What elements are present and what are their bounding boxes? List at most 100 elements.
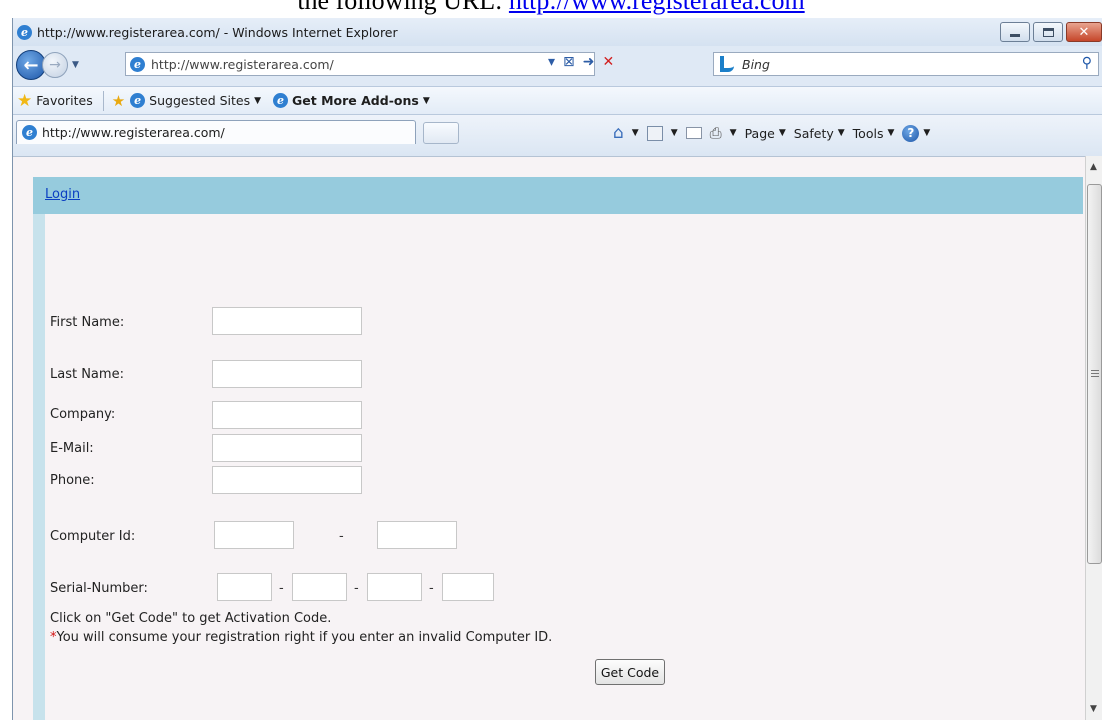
browser-window: e http://www.registerarea.com/ - Windows… bbox=[12, 18, 1102, 720]
tab-label: http://www.registerarea.com/ bbox=[42, 125, 225, 140]
company-label: Company: bbox=[50, 407, 116, 422]
login-link[interactable]: Login bbox=[45, 187, 80, 202]
email-label: E-Mail: bbox=[50, 441, 94, 456]
chevron-down-icon: ▼ bbox=[837, 128, 845, 138]
chevron-down-icon: ▼ bbox=[422, 95, 430, 106]
phone-label: Phone: bbox=[50, 473, 95, 488]
maximize-button[interactable] bbox=[1033, 22, 1063, 42]
window-controls: ✕ bbox=[1000, 22, 1102, 42]
chevron-down-icon: ▼ bbox=[923, 128, 931, 138]
title-bar: e http://www.registerarea.com/ - Windows… bbox=[13, 18, 1102, 46]
last-name-field[interactable] bbox=[212, 360, 362, 388]
computer-id-field-1[interactable] bbox=[214, 521, 294, 549]
serial-dash-3: - bbox=[429, 581, 434, 596]
last-name-label: Last Name: bbox=[50, 367, 124, 382]
left-accent-strip bbox=[33, 197, 45, 720]
serial-number-field-3[interactable] bbox=[367, 573, 422, 601]
ie-page-icon: e bbox=[130, 93, 146, 108]
print-icon[interactable]: ⎙ bbox=[710, 124, 722, 142]
scroll-thumb[interactable] bbox=[1087, 184, 1102, 564]
suggested-sites-button[interactable]: e Suggested Sites ▼ bbox=[130, 93, 261, 108]
help-icon: ? bbox=[902, 124, 920, 142]
ie-page-icon: e bbox=[273, 93, 289, 108]
maximize-icon bbox=[1042, 27, 1054, 37]
computer-id-label: Computer Id: bbox=[50, 529, 136, 544]
mail-icon[interactable] bbox=[685, 127, 702, 139]
compatibility-view-icon[interactable]: ⊠ bbox=[563, 54, 575, 70]
minimize-icon bbox=[1010, 33, 1020, 37]
refresh-icon[interactable]: ➜ bbox=[583, 54, 595, 70]
scroll-up-icon[interactable]: ▲ bbox=[1090, 162, 1097, 172]
chevron-down-icon[interactable]: ▼ bbox=[671, 128, 678, 138]
invalid-id-warning: *You will consume your registration righ… bbox=[50, 630, 552, 645]
new-tab-button[interactable] bbox=[423, 122, 459, 144]
recent-pages-dropdown[interactable]: ▼ bbox=[72, 60, 79, 70]
page-icon: e bbox=[130, 56, 145, 72]
document-caption: the following URL: http://www.registerar… bbox=[0, 0, 1102, 18]
tab-registerarea[interactable]: e http://www.registerarea.com/ bbox=[16, 120, 416, 144]
caption-link[interactable]: http://www.registerarea.com bbox=[509, 0, 805, 15]
warning-text: You will consume your registration right… bbox=[56, 630, 553, 645]
help-menu[interactable]: ? ▼ bbox=[902, 124, 931, 142]
ie-logo-icon: e bbox=[17, 24, 32, 40]
minimize-button[interactable] bbox=[1000, 22, 1030, 42]
address-bar[interactable]: e http://www.registerarea.com/ bbox=[125, 52, 595, 76]
search-placeholder: Bing bbox=[742, 56, 770, 72]
address-dropdown-icon[interactable]: ▾ bbox=[548, 54, 555, 70]
login-header: Login bbox=[33, 177, 1083, 214]
phone-field[interactable] bbox=[212, 466, 362, 494]
get-code-button[interactable]: Get Code bbox=[595, 659, 665, 685]
get-addons-button[interactable]: e Get More Add-ons ▼ bbox=[273, 93, 430, 108]
favorites-bar: ★ Favorites ★ e Suggested Sites ▼ e Get … bbox=[13, 86, 1102, 114]
page-menu-label: Page bbox=[744, 125, 775, 141]
computer-id-field-2[interactable] bbox=[377, 521, 457, 549]
search-icon[interactable]: ⚲ bbox=[1082, 55, 1092, 71]
favorites-button[interactable]: Favorites bbox=[36, 93, 92, 108]
address-url: http://www.registerarea.com/ bbox=[151, 56, 334, 72]
serial-number-field-2[interactable] bbox=[292, 573, 347, 601]
chevron-down-icon: ▼ bbox=[887, 128, 895, 138]
forward-arrow-icon: → bbox=[49, 57, 61, 73]
bing-logo-icon bbox=[720, 56, 734, 72]
email-field[interactable] bbox=[212, 434, 362, 462]
forward-button[interactable]: → bbox=[42, 52, 68, 78]
chevron-down-icon: ▼ bbox=[778, 128, 786, 138]
serial-number-field-1[interactable] bbox=[217, 573, 272, 601]
serial-number-label: Serial-Number: bbox=[50, 581, 148, 596]
tab-page-icon: e bbox=[22, 125, 37, 140]
feeds-icon[interactable] bbox=[646, 125, 663, 141]
get-addons-label: Get More Add-ons bbox=[292, 93, 419, 108]
first-name-field[interactable] bbox=[212, 307, 362, 335]
computer-id-dash: - bbox=[339, 529, 344, 544]
tools-menu-label: Tools bbox=[852, 125, 884, 141]
home-icon[interactable]: ⌂ bbox=[613, 123, 624, 143]
chevron-down-icon: ▼ bbox=[254, 95, 262, 106]
scroll-down-icon[interactable]: ▼ bbox=[1090, 704, 1097, 714]
page-menu[interactable]: Page ▼ bbox=[745, 126, 786, 141]
get-code-instruction: Click on "Get Code" to get Activation Co… bbox=[50, 611, 332, 626]
search-box[interactable]: Bing ⚲ bbox=[713, 52, 1099, 76]
back-arrow-icon: ← bbox=[23, 54, 39, 76]
vertical-scrollbar[interactable]: ▲ ▼ bbox=[1085, 156, 1102, 720]
suggested-sites-label: Suggested Sites bbox=[149, 93, 251, 108]
command-bar: ⌂ ▼ ▼ ⎙ ▼ Page ▼ Safety ▼ Tools ▼ ? ▼ bbox=[613, 123, 930, 143]
caption-text: the following URL: bbox=[297, 0, 509, 15]
tools-menu[interactable]: Tools ▼ bbox=[853, 126, 895, 141]
navigation-bar: ← → ▼ e http://www.registerarea.com/ ▾ ⊠… bbox=[13, 48, 1102, 82]
company-field[interactable] bbox=[212, 401, 362, 429]
add-favorite-icon[interactable]: ★ bbox=[112, 92, 125, 110]
stop-icon[interactable]: ✕ bbox=[603, 54, 615, 70]
page-content: Login First Name: Last Name: Company: E-… bbox=[13, 156, 1085, 720]
serial-number-field-4[interactable] bbox=[442, 573, 494, 601]
divider bbox=[102, 90, 104, 111]
chevron-down-icon[interactable]: ▼ bbox=[730, 128, 737, 138]
first-name-label: First Name: bbox=[50, 315, 125, 330]
safety-menu-label: Safety bbox=[793, 125, 834, 141]
safety-menu[interactable]: Safety ▼ bbox=[794, 126, 845, 141]
grip-icon bbox=[1091, 370, 1099, 377]
tab-bar: e http://www.registerarea.com/ ⌂ ▼ ▼ ⎙ ▼… bbox=[13, 114, 1102, 156]
close-button[interactable]: ✕ bbox=[1066, 22, 1102, 42]
favorites-star-icon: ★ bbox=[17, 90, 33, 111]
chevron-down-icon[interactable]: ▼ bbox=[632, 128, 639, 138]
serial-dash-2: - bbox=[354, 581, 359, 596]
